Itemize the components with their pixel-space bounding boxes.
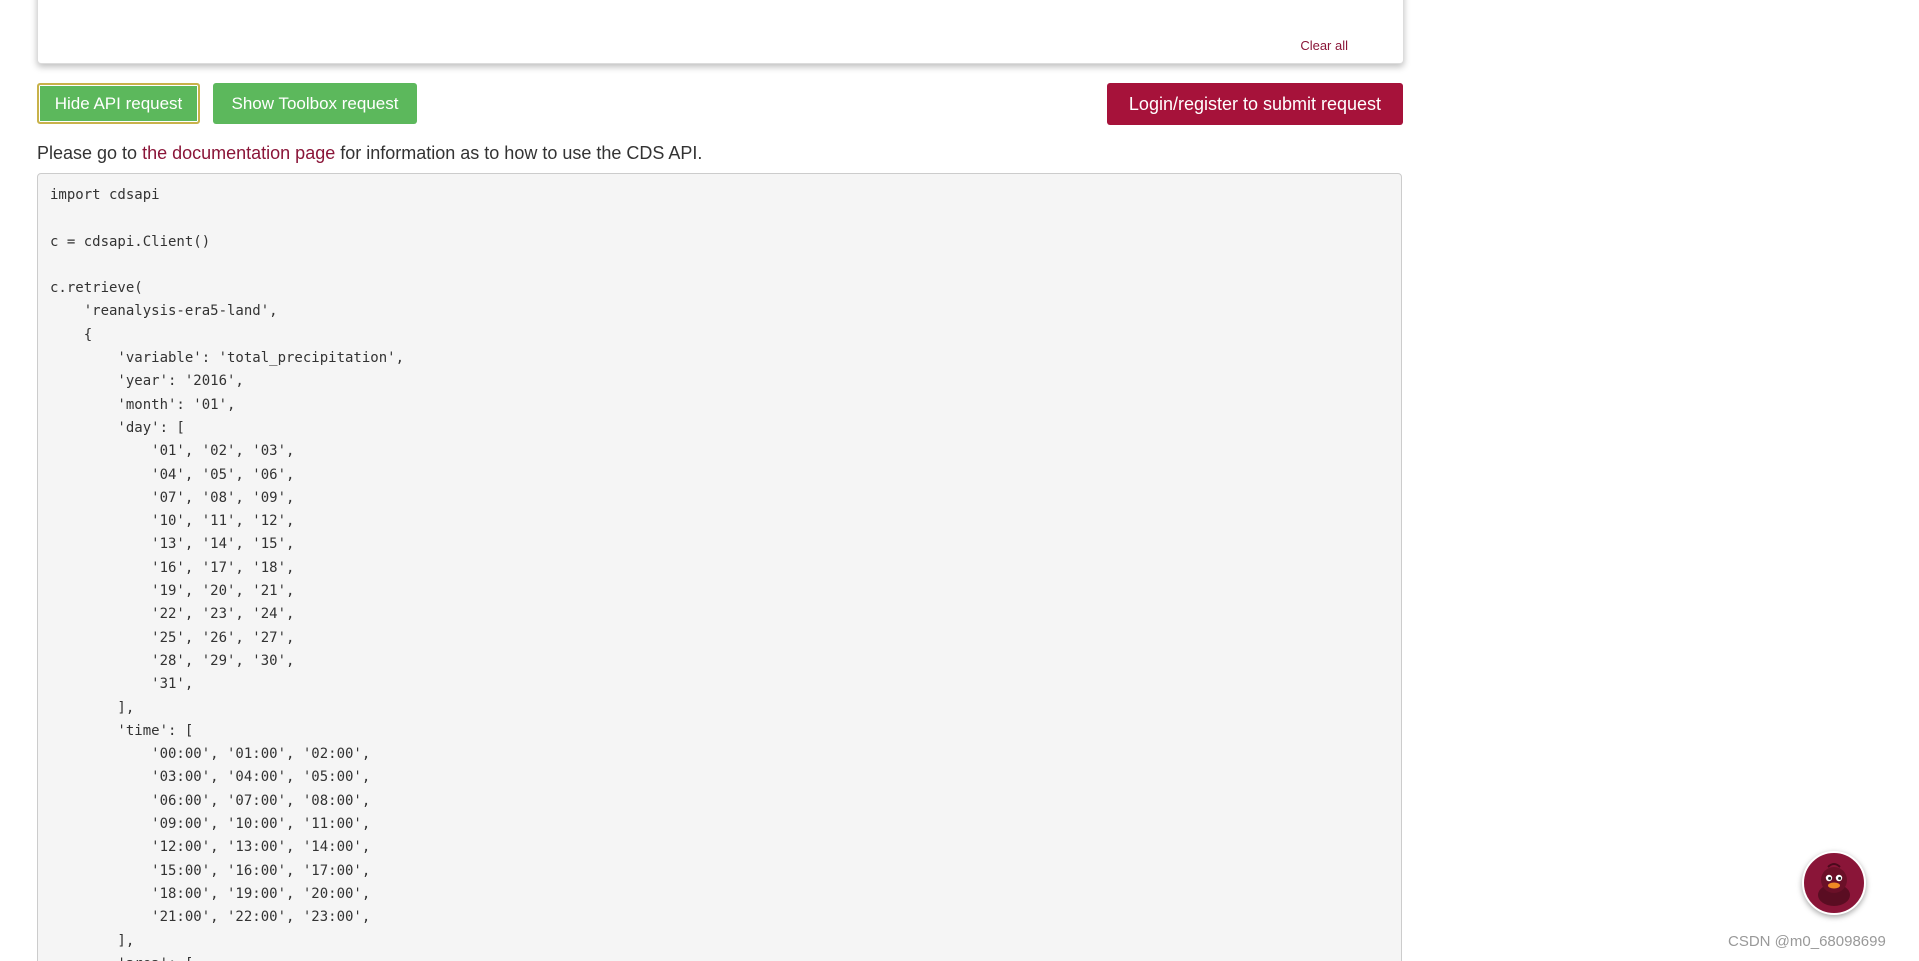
show-toolbox-request-button[interactable]: Show Toolbox request — [213, 83, 417, 124]
hide-api-request-button[interactable]: Hide API request — [37, 83, 200, 124]
duck-mascot-icon[interactable] — [1802, 851, 1866, 915]
page: Clear all Hide API request Show Toolbox … — [0, 0, 1919, 961]
form-panel-bottom: Clear all — [37, 0, 1404, 64]
api-info-text: Please go to the documentation page for … — [37, 143, 702, 164]
api-request-code: import cdsapi c = cdsapi.Client() c.retr… — [50, 187, 405, 961]
login-register-submit-button[interactable]: Login/register to submit request — [1107, 83, 1403, 125]
api-info-suffix: for information as to how to use the CDS… — [335, 143, 703, 163]
watermark-text: CSDN @m0_68098699 — [1728, 933, 1886, 950]
clear-all-link[interactable]: Clear all — [1300, 38, 1348, 53]
duck-mascot-graphic — [1818, 863, 1850, 906]
documentation-page-link[interactable]: the documentation page — [142, 143, 335, 163]
api-request-code-block[interactable]: import cdsapi c = cdsapi.Client() c.retr… — [37, 173, 1402, 961]
api-info-prefix: Please go to — [37, 143, 143, 163]
